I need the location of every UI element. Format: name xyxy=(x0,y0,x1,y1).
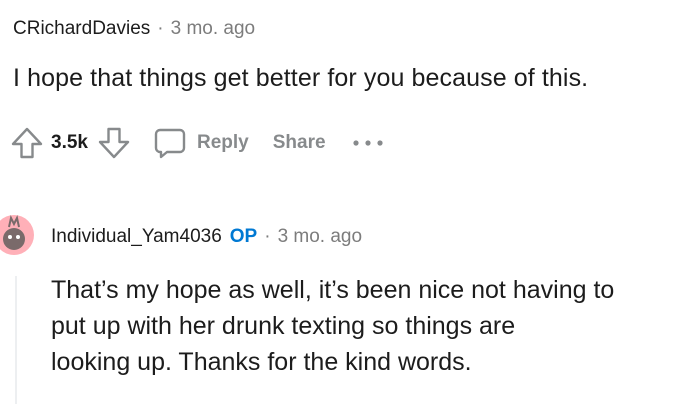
comment-actions: 3.5k Reply Share xyxy=(10,121,384,165)
comment-body: I hope that things get better for you be… xyxy=(13,64,589,92)
op-badge: OP xyxy=(229,226,258,247)
downvote-icon[interactable] xyxy=(97,126,131,160)
comment-body: That’s my hope as well, it’s been nice n… xyxy=(51,272,691,380)
comment-author[interactable]: Individual_Yam4036 xyxy=(51,226,222,248)
vote-score: 3.5k xyxy=(51,132,88,153)
comment-body-line: looking up. Thanks for the kind words. xyxy=(51,348,472,376)
comment-header: CRichardDavies · 3 mo. ago xyxy=(13,18,255,40)
comment-author[interactable]: CRichardDavies xyxy=(13,18,150,40)
comment-header: Individual_Yam4036 OP · 3 mo. ago xyxy=(51,226,362,248)
comment-thread: CRichardDavies · 3 mo. ago I hope that t… xyxy=(0,0,700,404)
comment-body-line: That’s my hope as well, it’s been nice n… xyxy=(51,276,615,304)
thread-line[interactable] xyxy=(15,276,17,404)
meta-separator: · xyxy=(264,226,271,247)
share-button[interactable]: Share xyxy=(273,132,326,154)
meta-separator: · xyxy=(157,18,164,39)
avatar-icon[interactable] xyxy=(0,210,36,262)
more-options-icon[interactable] xyxy=(352,138,384,148)
comment-timestamp[interactable]: 3 mo. ago xyxy=(278,226,363,248)
reply-button[interactable]: Reply xyxy=(153,126,249,160)
reply-label: Reply xyxy=(196,132,249,153)
comment-timestamp[interactable]: 3 mo. ago xyxy=(171,18,256,40)
upvote-icon[interactable] xyxy=(10,126,44,160)
comment-bubble-icon xyxy=(153,126,187,160)
comment-body-line: put up with her drunk texting so things … xyxy=(51,312,516,340)
